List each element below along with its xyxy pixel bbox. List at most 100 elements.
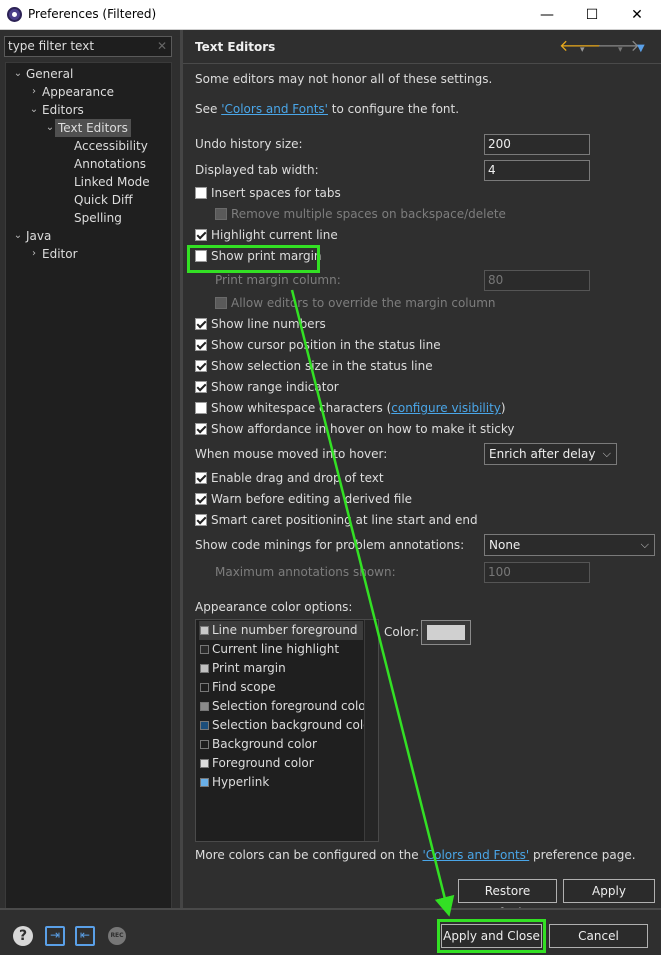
record-icon[interactable]: REC — [108, 927, 126, 945]
view-menu-icon[interactable]: ▼ — [637, 41, 645, 57]
drag-drop-checkbox[interactable]: Enable drag and drop of text — [195, 470, 384, 486]
tree-item-java[interactable]: ⌄ Java — [14, 227, 52, 245]
restore-defaults-button[interactable]: Restore Defaults — [458, 879, 557, 920]
list-item-label: Current line highlight — [212, 642, 340, 656]
expand-arrow-icon[interactable]: ⌄ — [13, 227, 23, 245]
more-colors-and-fonts-link[interactable]: 'Colors and Fonts' — [422, 848, 529, 862]
expand-arrow-icon[interactable]: ⌄ — [29, 101, 39, 119]
apply-button[interactable]: Apply — [563, 879, 655, 903]
preferences-tree-panel: type filter text ✕ ⌄ General › Appearanc… — [0, 30, 180, 936]
color-swatch — [200, 702, 209, 711]
filter-input[interactable]: type filter text ✕ — [4, 36, 172, 57]
warn-derived-checkbox[interactable]: Warn before editing a derived file — [195, 491, 412, 507]
checkbox-box[interactable] — [195, 339, 207, 351]
checkbox-box — [215, 208, 227, 220]
code-minings-label: Show code minings for problem annotation… — [195, 538, 465, 552]
tree-item-spelling[interactable]: Spelling — [74, 209, 122, 227]
list-item[interactable]: Foreground color — [199, 754, 363, 773]
print-margin-column-label: Print margin column: — [215, 273, 341, 287]
close-window-button[interactable]: ✕ — [615, 2, 659, 28]
checkbox-box[interactable] — [195, 402, 207, 414]
colors-and-fonts-link[interactable]: 'Colors and Fonts' — [221, 102, 328, 116]
help-icon[interactable]: ? — [13, 926, 33, 946]
appearance-color-list[interactable]: Line number foreground Current line high… — [195, 619, 379, 842]
hover-select[interactable]: Enrich after delay ⌵ — [484, 443, 617, 465]
show-cursor-position-checkbox[interactable]: Show cursor position in the status line — [195, 337, 441, 353]
checkbox-label: Enable drag and drop of text — [211, 471, 384, 485]
tree-item-general[interactable]: ⌄ General — [14, 65, 74, 83]
clear-filter-icon[interactable]: ✕ — [157, 38, 167, 55]
tree-item-annotations[interactable]: Annotations — [74, 155, 146, 173]
minimize-button[interactable]: — — [525, 2, 569, 28]
max-annotations-input: 100 — [484, 562, 590, 583]
checkbox-box[interactable] — [195, 360, 207, 372]
color-chip — [427, 625, 465, 640]
color-swatch — [200, 645, 209, 654]
undo-history-input[interactable]: 200 — [484, 134, 590, 155]
checkbox-box[interactable] — [195, 187, 207, 199]
code-minings-select[interactable]: None ⌵ — [484, 534, 655, 556]
list-item[interactable]: Selection background color — [199, 716, 375, 735]
forward-history-dropdown-icon[interactable]: ▾ — [618, 42, 623, 58]
list-scrollbar[interactable] — [364, 620, 378, 841]
smart-caret-checkbox[interactable]: Smart caret positioning at line start an… — [195, 512, 478, 528]
checkbox-box[interactable] — [195, 423, 207, 435]
more-colors-suffix: preference page. — [529, 848, 636, 862]
expand-arrow-icon[interactable]: ⌄ — [13, 65, 23, 83]
highlight-line-checkbox[interactable]: Highlight current line — [195, 227, 338, 243]
checkbox-box[interactable] — [195, 493, 207, 505]
checkbox-label: Show cursor position in the status line — [211, 338, 441, 352]
import-icon[interactable]: ⇥ — [45, 926, 65, 946]
tree-item-accessibility[interactable]: Accessibility — [74, 137, 148, 155]
cancel-button[interactable]: Cancel — [549, 924, 648, 948]
allow-override-checkbox: Allow editors to override the margin col… — [215, 295, 496, 311]
tab-width-input[interactable]: 4 — [484, 160, 590, 181]
list-item[interactable]: Hyperlink — [199, 773, 363, 792]
collapse-arrow-icon[interactable]: › — [29, 245, 39, 263]
collapse-arrow-icon[interactable]: › — [29, 83, 39, 101]
checkbox-label: Highlight current line — [211, 228, 338, 242]
apply-close-highlight-box — [437, 919, 546, 953]
show-line-numbers-checkbox[interactable]: Show line numbers — [195, 316, 326, 332]
list-item[interactable]: Selection foreground color — [199, 697, 371, 716]
list-item-label: Print margin — [212, 661, 286, 675]
list-item[interactable]: Background color — [199, 735, 363, 754]
checkbox-label: Insert spaces for tabs — [211, 186, 341, 200]
tree-item-quick-diff[interactable]: Quick Diff — [74, 191, 133, 209]
show-affordance-checkbox[interactable]: Show affordance in hover on how to make … — [195, 421, 515, 437]
show-range-indicator-checkbox[interactable]: Show range indicator — [195, 379, 339, 395]
tree-item-label: Java — [26, 229, 52, 243]
tree-item-linked-mode[interactable]: Linked Mode — [74, 173, 150, 191]
tree-item-text-editors[interactable]: ⌄ Text Editors — [46, 119, 131, 137]
back-history-dropdown-icon[interactable]: ▾ — [580, 42, 585, 58]
checkbox-box[interactable] — [195, 229, 207, 241]
color-picker-button[interactable] — [421, 620, 471, 645]
chevron-down-icon: ⌵ — [602, 447, 611, 460]
checkbox-box[interactable] — [195, 318, 207, 330]
show-selection-size-checkbox[interactable]: Show selection size in the status line — [195, 358, 433, 374]
tree-item-appearance[interactable]: › Appearance — [32, 83, 114, 101]
list-item[interactable]: Current line highlight — [199, 640, 363, 659]
configure-visibility-link[interactable]: configure visibility — [391, 401, 501, 415]
checkbox-box[interactable] — [195, 472, 207, 484]
max-annotations-label: Maximum annotations shown: — [215, 565, 396, 579]
more-colors-text: More colors can be configured on the — [195, 848, 423, 862]
list-item[interactable]: Print margin — [199, 659, 363, 678]
checkbox-label: Show whitespace characters ( — [211, 401, 392, 415]
tree-item-editors[interactable]: ⌄ Editors — [30, 101, 84, 119]
checkbox-box[interactable] — [195, 514, 207, 526]
insert-spaces-checkbox[interactable]: Insert spaces for tabs — [195, 185, 341, 201]
color-swatch — [200, 721, 209, 730]
list-item[interactable]: Find scope — [199, 678, 363, 697]
list-item[interactable]: Line number foreground — [199, 621, 363, 640]
title-bar: Preferences (Filtered) — ☐ ✕ — [0, 0, 661, 30]
export-icon[interactable]: ⇤ — [75, 926, 95, 946]
show-whitespace-checkbox[interactable]: Show whitespace characters (configure vi… — [195, 400, 506, 416]
checkbox-label: Smart caret positioning at line start an… — [211, 513, 478, 527]
see-suffix-text: to configure the font. — [327, 102, 460, 116]
maximize-button[interactable]: ☐ — [570, 2, 614, 28]
tree-item-java-editor[interactable]: › Editor — [32, 245, 78, 263]
list-item-label: Background color — [212, 737, 317, 751]
expand-arrow-icon[interactable]: ⌄ — [45, 119, 55, 137]
checkbox-box[interactable] — [195, 381, 207, 393]
